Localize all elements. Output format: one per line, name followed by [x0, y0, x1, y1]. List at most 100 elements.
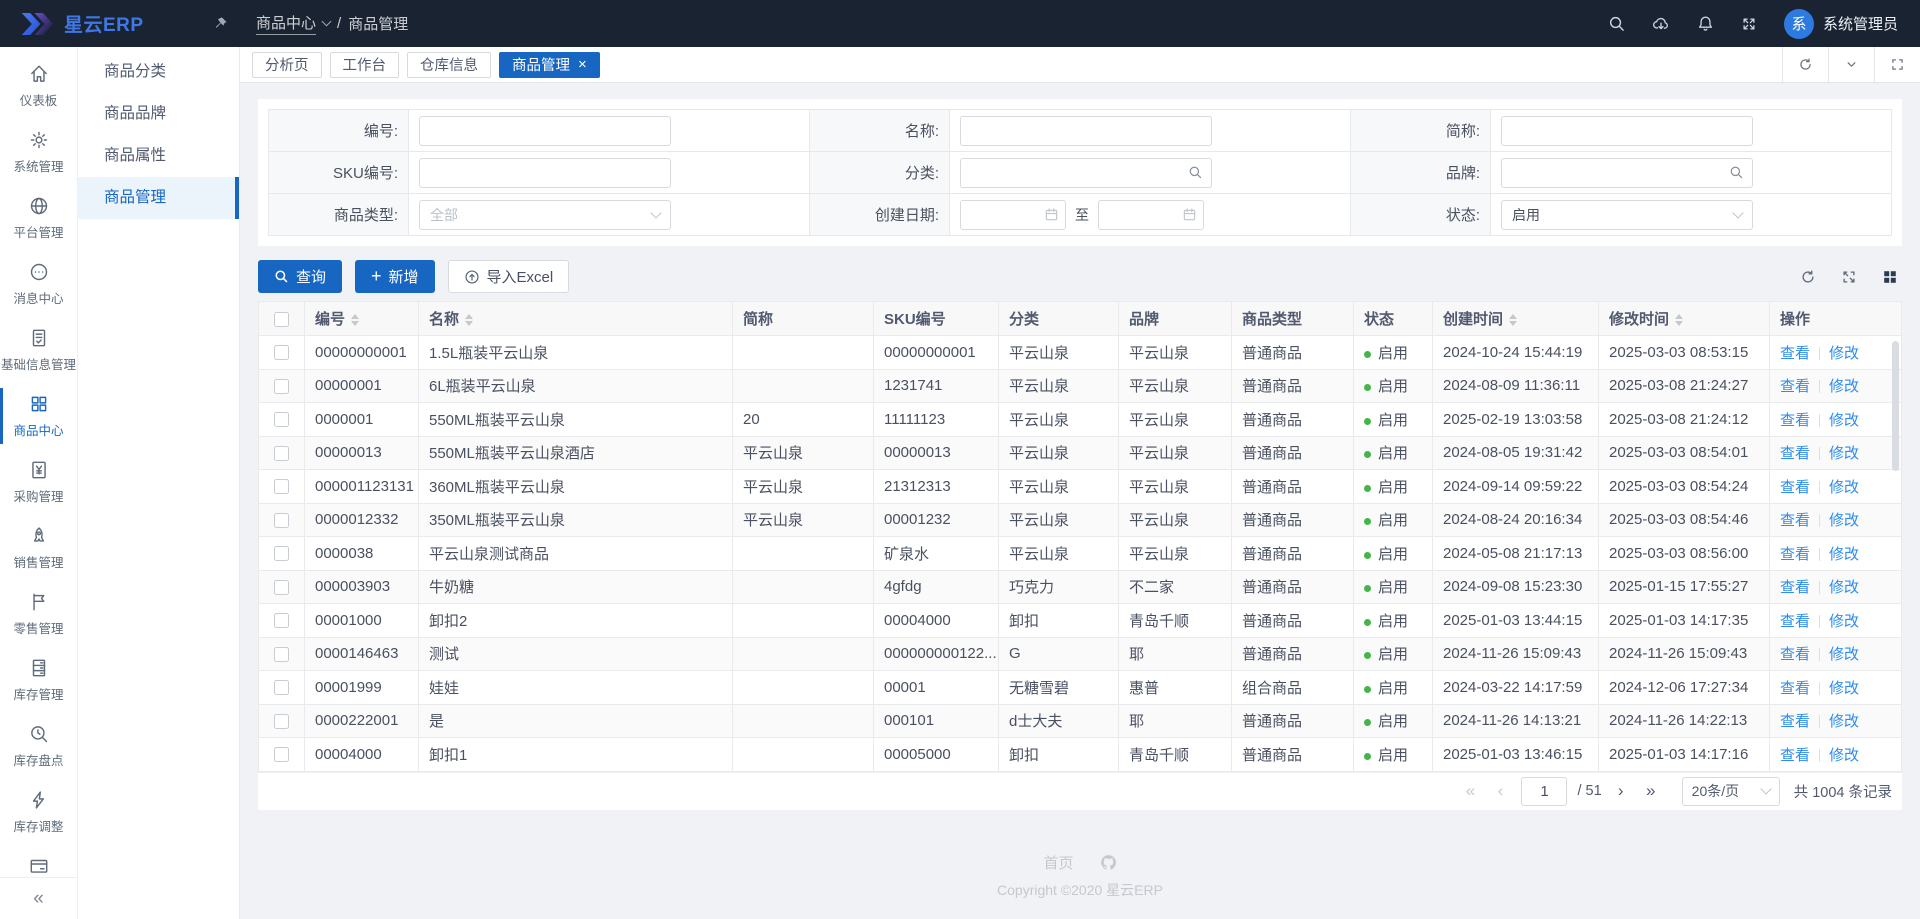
filter-sku-input[interactable]: [419, 158, 671, 188]
import-excel-button[interactable]: 导入Excel: [448, 260, 570, 293]
row-checkbox[interactable]: [274, 580, 289, 595]
cloud-download-icon[interactable]: [1652, 15, 1670, 32]
view-link[interactable]: 查看: [1780, 378, 1810, 395]
start-date-text[interactable]: [961, 201, 1044, 229]
menu-item-goods-brand[interactable]: 商品品牌: [78, 93, 239, 135]
sort-carets-icon[interactable]: [1675, 314, 1683, 326]
user-menu[interactable]: 系 系统管理员: [1784, 9, 1898, 39]
sidebar-collapse-button[interactable]: «: [0, 877, 77, 919]
menu-item-goods-management[interactable]: 商品管理: [78, 177, 239, 219]
search-icon[interactable]: [1729, 165, 1744, 180]
edit-link[interactable]: 修改: [1829, 479, 1859, 496]
maximize-icon[interactable]: [1874, 47, 1920, 82]
edit-link[interactable]: 修改: [1829, 345, 1859, 362]
row-checkbox[interactable]: [274, 680, 289, 695]
add-button[interactable]: + 新增: [355, 260, 435, 293]
breadcrumb-parent[interactable]: 商品中心: [256, 12, 316, 35]
sidebar-item-dashboard[interactable]: 仪表板: [0, 53, 77, 119]
sort-carets-icon[interactable]: [465, 314, 473, 326]
row-checkbox[interactable]: [274, 747, 289, 762]
bell-icon[interactable]: [1697, 15, 1714, 32]
column-header-created[interactable]: 创建时间: [1433, 302, 1599, 336]
view-link[interactable]: 查看: [1780, 345, 1810, 362]
row-checkbox[interactable]: [274, 446, 289, 461]
sidebar-item-purchase-management[interactable]: 采购管理: [0, 449, 77, 515]
edit-link[interactable]: 修改: [1829, 713, 1859, 730]
next-page-icon[interactable]: ›: [1606, 781, 1636, 801]
select-all-checkbox[interactable]: [274, 312, 289, 327]
sidebar-item-goods-center[interactable]: 商品中心: [0, 383, 77, 449]
sidebar-item-sales-management[interactable]: 销售管理: [0, 515, 77, 581]
edit-link[interactable]: 修改: [1829, 613, 1859, 630]
filter-short-name-input[interactable]: [1501, 116, 1753, 146]
sort-carets-icon[interactable]: [1509, 314, 1517, 326]
edit-link[interactable]: 修改: [1829, 747, 1859, 764]
sidebar-item-retail-management[interactable]: 零售管理: [0, 581, 77, 647]
sidebar-item-stock-adjust[interactable]: 库存调整: [0, 779, 77, 845]
column-settings-icon[interactable]: [1882, 269, 1898, 285]
column-header-modified[interactable]: 修改时间: [1599, 302, 1770, 336]
search-icon[interactable]: [1188, 165, 1203, 180]
tab-goods-management[interactable]: 商品管理×: [499, 52, 600, 78]
first-page-icon[interactable]: «: [1455, 781, 1485, 801]
edit-link[interactable]: 修改: [1829, 412, 1859, 429]
sidebar-item-platform-management[interactable]: 平台管理: [0, 185, 77, 251]
view-link[interactable]: 查看: [1780, 546, 1810, 563]
last-page-icon[interactable]: »: [1636, 781, 1666, 801]
query-button[interactable]: 查询: [258, 260, 342, 293]
view-link[interactable]: 查看: [1780, 412, 1810, 429]
page-size-select[interactable]: 20条/页: [1682, 777, 1780, 806]
view-link[interactable]: 查看: [1780, 479, 1810, 496]
github-icon[interactable]: [1100, 854, 1117, 871]
edit-link[interactable]: 修改: [1829, 445, 1859, 462]
filter-code-input[interactable]: [419, 116, 671, 146]
menu-item-goods-attribute[interactable]: 商品属性: [78, 135, 239, 177]
tab-warehouse-info[interactable]: 仓库信息: [407, 52, 491, 78]
row-checkbox[interactable]: [274, 379, 289, 394]
column-header-code[interactable]: 编号: [305, 302, 419, 336]
sidebar-item-settlement-management[interactable]: 结算管理: [0, 845, 77, 877]
edit-link[interactable]: 修改: [1829, 512, 1859, 529]
view-link[interactable]: 查看: [1780, 445, 1810, 462]
row-checkbox[interactable]: [274, 546, 289, 561]
filter-status-select[interactable]: 启用: [1501, 200, 1753, 230]
sort-carets-icon[interactable]: [351, 314, 359, 326]
end-date-input[interactable]: [1098, 200, 1204, 230]
start-date-input[interactable]: [960, 200, 1066, 230]
chevron-down-icon[interactable]: [1828, 47, 1874, 82]
edit-link[interactable]: 修改: [1829, 579, 1859, 596]
row-checkbox[interactable]: [274, 412, 289, 427]
row-checkbox[interactable]: [274, 613, 289, 628]
filter-category-text[interactable]: [961, 159, 1188, 187]
refresh-icon[interactable]: [1800, 269, 1816, 285]
sidebar-item-system-management[interactable]: 系统管理: [0, 119, 77, 185]
search-icon[interactable]: [1608, 15, 1625, 32]
expand-icon[interactable]: [1841, 269, 1857, 285]
sidebar-item-stocktake[interactable]: 库存盘点: [0, 713, 77, 779]
filter-goods-name-input[interactable]: [960, 116, 1212, 146]
footer-home-link[interactable]: 首页: [1043, 852, 1073, 873]
pin-icon[interactable]: [213, 16, 228, 31]
sidebar-item-inventory-management[interactable]: 库存管理: [0, 647, 77, 713]
scrollbar-thumb[interactable]: [1892, 341, 1899, 471]
page-input[interactable]: [1521, 777, 1567, 806]
view-link[interactable]: 查看: [1780, 680, 1810, 697]
filter-brand-text[interactable]: [1502, 159, 1729, 187]
row-checkbox[interactable]: [274, 513, 289, 528]
edit-link[interactable]: 修改: [1829, 546, 1859, 563]
sidebar-item-message-center[interactable]: 消息中心: [0, 251, 77, 317]
row-checkbox[interactable]: [274, 479, 289, 494]
sidebar-item-base-info-management[interactable]: 基础信息管理: [0, 317, 77, 383]
tab-workbench[interactable]: 工作台: [330, 52, 400, 78]
prev-page-icon[interactable]: ‹: [1485, 781, 1515, 801]
avatar[interactable]: 系: [1784, 9, 1814, 39]
edit-link[interactable]: 修改: [1829, 680, 1859, 697]
filter-goods-type-select[interactable]: 全部: [419, 200, 671, 230]
edit-link[interactable]: 修改: [1829, 378, 1859, 395]
column-header-name[interactable]: 名称: [419, 302, 733, 336]
view-link[interactable]: 查看: [1780, 747, 1810, 764]
row-checkbox[interactable]: [274, 714, 289, 729]
view-link[interactable]: 查看: [1780, 713, 1810, 730]
tab-analysis-page[interactable]: 分析页: [252, 52, 322, 78]
view-link[interactable]: 查看: [1780, 579, 1810, 596]
